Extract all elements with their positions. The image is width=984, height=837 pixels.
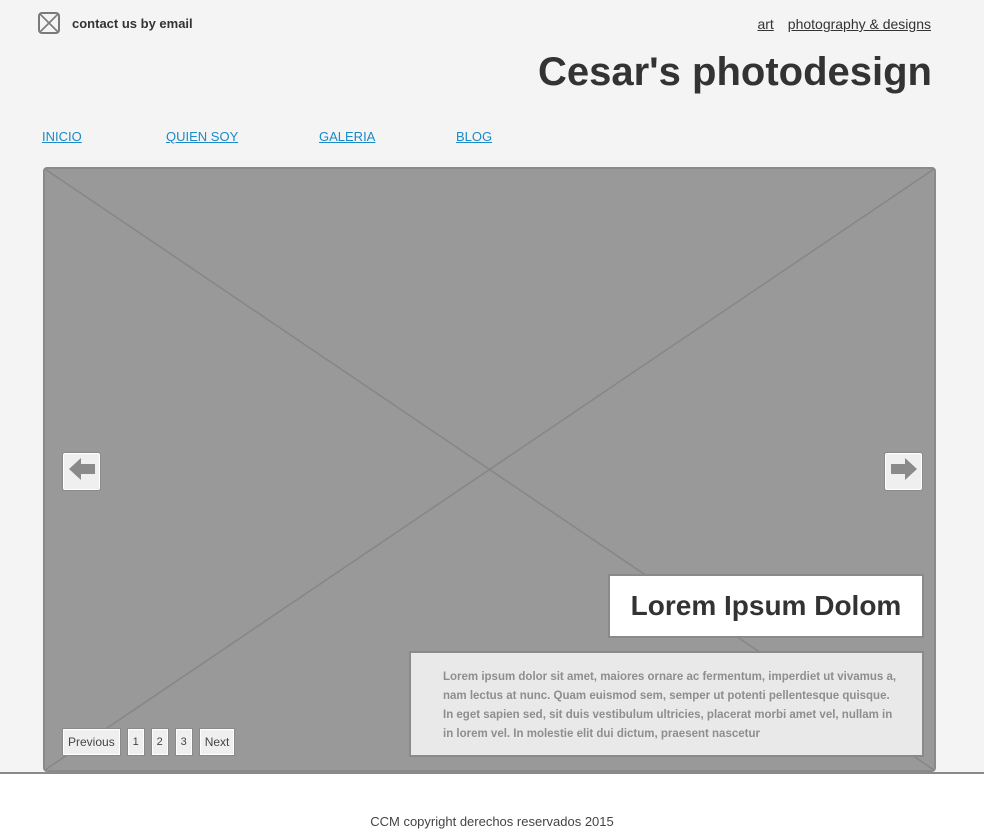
slide-caption-text: Lorem ipsum dolor sit amet, maiores orna… (409, 651, 924, 757)
top-link-art[interactable]: art (757, 16, 773, 32)
pager-page-1[interactable]: 1 (126, 728, 145, 756)
contact-email-link[interactable]: contact us by email (38, 12, 193, 34)
footer-copyright: CCM copyright derechos reservados 2015 (370, 814, 614, 829)
slider-next-button[interactable] (884, 452, 923, 491)
nav-item-galeria[interactable]: GALERIA (319, 129, 375, 144)
page-background: contact us by email art photography & de… (0, 0, 984, 774)
nav-item-quien-soy[interactable]: QUIEN SOY (166, 129, 238, 144)
slider-prev-button[interactable] (62, 452, 101, 491)
pager-previous-button[interactable]: Previous (62, 728, 121, 756)
pager-page-2[interactable]: 2 (150, 728, 169, 756)
arrow-left-icon (68, 457, 96, 486)
pager-page-3[interactable]: 3 (174, 728, 193, 756)
slider-pagination: Previous 1 2 3 Next (62, 728, 236, 756)
top-links: art photography & designs (757, 16, 931, 32)
nav-item-blog[interactable]: BLOG (456, 129, 492, 144)
arrow-right-icon (890, 457, 918, 486)
top-link-photography-designs[interactable]: photography & designs (788, 16, 931, 32)
contact-label: contact us by email (72, 15, 193, 31)
site-title: Cesar's photodesign (537, 50, 932, 94)
slide-caption-title: Lorem Ipsum Dolom (608, 574, 924, 638)
email-icon (38, 12, 60, 34)
image-slider: Lorem Ipsum Dolom Lorem ipsum dolor sit … (43, 167, 936, 772)
nav-item-inicio[interactable]: INICIO (42, 129, 82, 144)
pager-next-button[interactable]: Next (198, 728, 236, 756)
